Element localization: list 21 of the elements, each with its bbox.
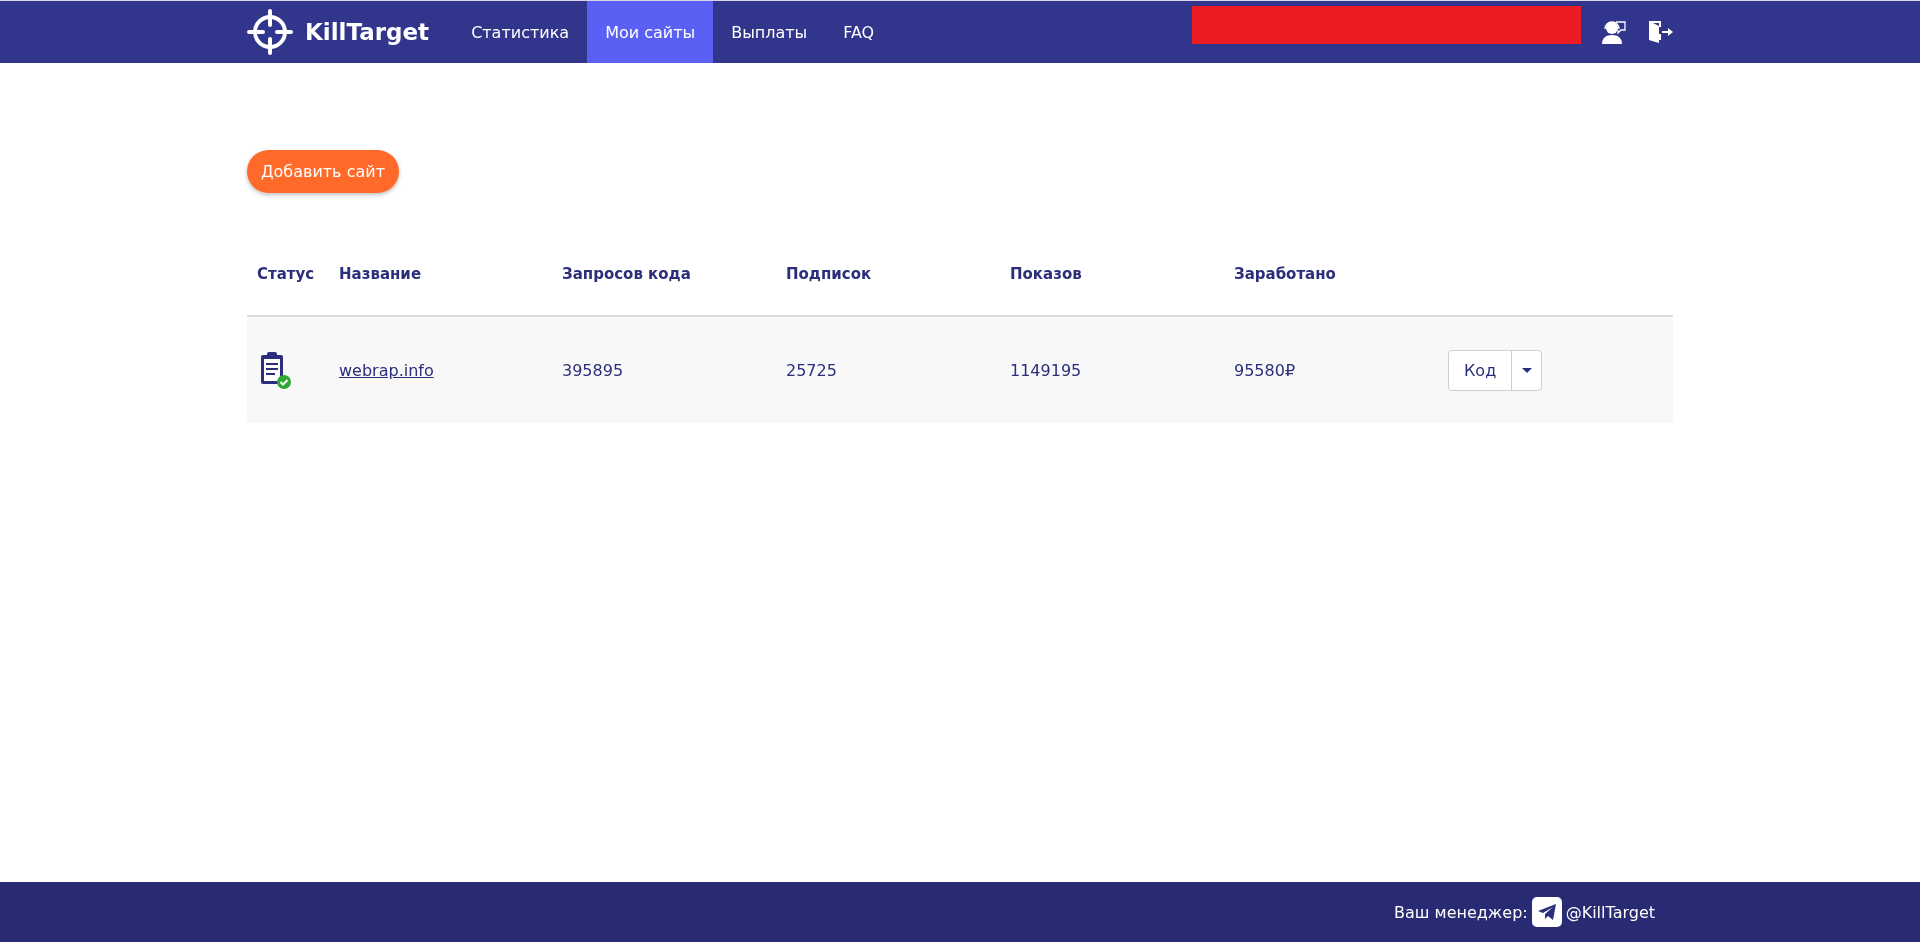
table-cell-text: 1149195 — [1009, 360, 1083, 380]
nav-tab[interactable]: Выплаты — [713, 1, 826, 63]
column-header: Название — [338, 265, 423, 283]
manager-handle: @KillTarget — [1565, 902, 1655, 922]
table-cell-text: 25725 — [785, 360, 838, 380]
table-cell-text: 395895 — [561, 360, 625, 380]
column-header: Заработано — [1233, 265, 1337, 283]
column-header: Показов — [1009, 265, 1083, 283]
column-header: Запросов кода — [561, 265, 692, 283]
nav-tab[interactable]: Статистика — [453, 1, 588, 63]
nav-tab[interactable]: FAQ — [825, 1, 893, 63]
crosshair-logo-icon — [247, 9, 293, 55]
column-header: Подписок — [785, 265, 873, 283]
table-cell-text: 95580₽ — [1233, 360, 1297, 380]
site-link[interactable]: webrap.info — [339, 360, 434, 380]
nav-tab[interactable]: Мои сайты — [587, 1, 714, 63]
manager-label: Ваш менеджер: — [1394, 902, 1528, 922]
logo-text: KillTarget — [305, 19, 430, 45]
telegram-icon[interactable] — [1531, 897, 1562, 927]
column-header: Статус — [256, 265, 316, 283]
caret-icon — [1521, 367, 1532, 373]
